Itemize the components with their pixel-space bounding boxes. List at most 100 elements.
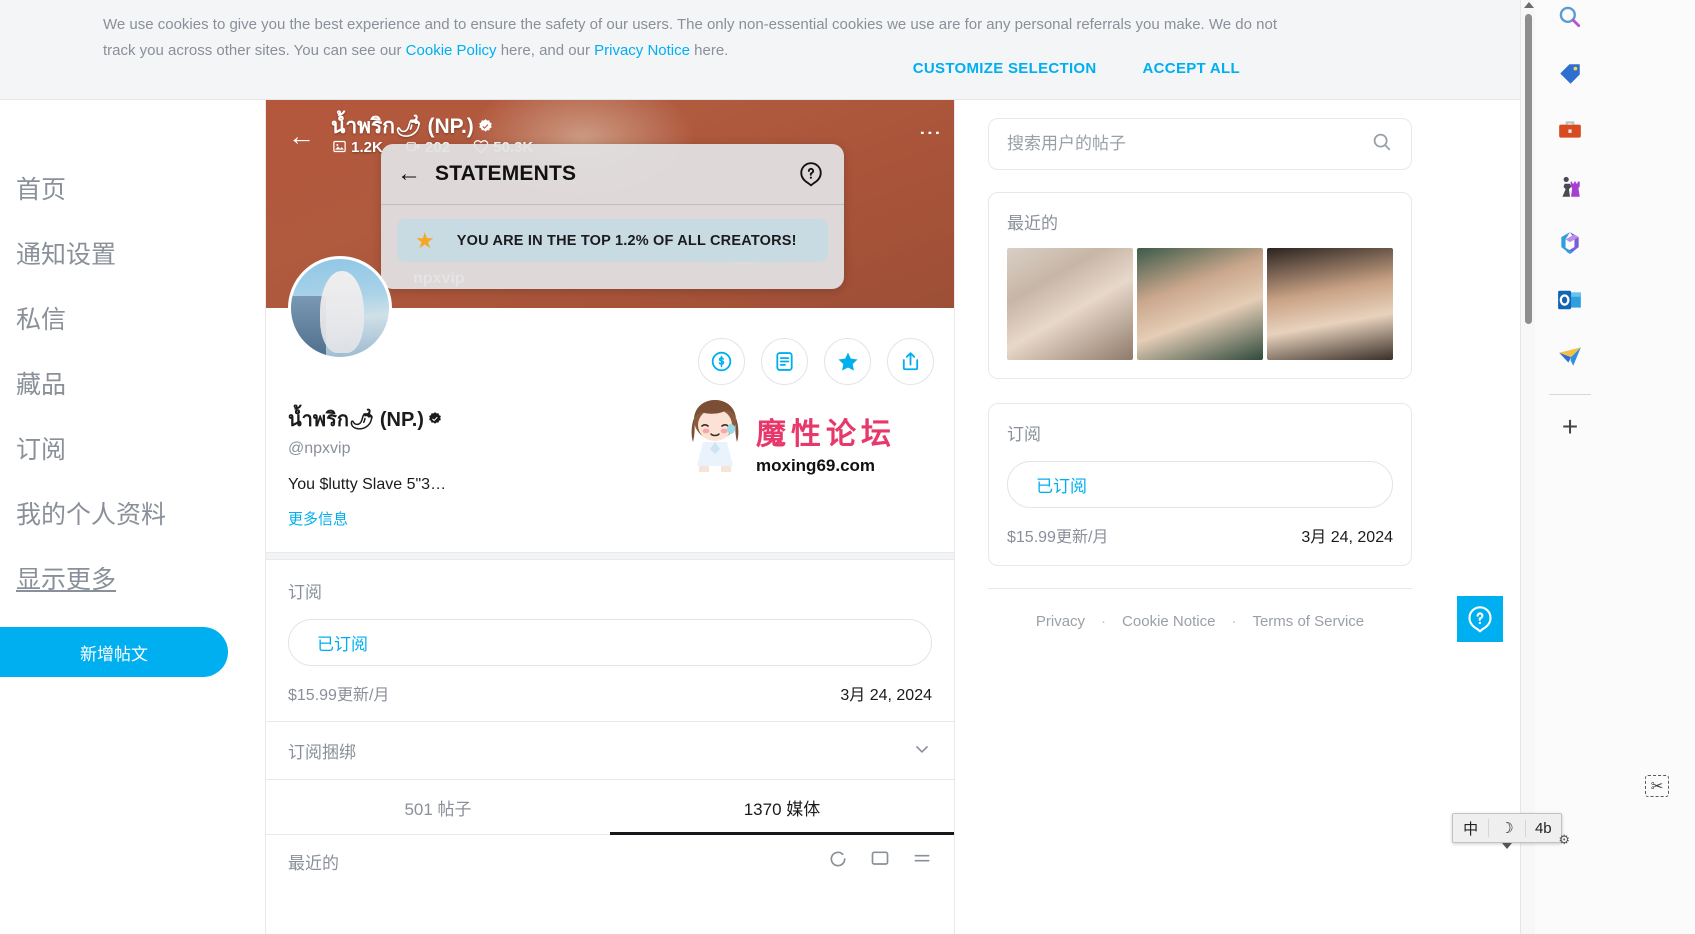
cookie-actions: CUSTOMIZE SELECTION ACCEPT ALL xyxy=(0,60,1520,77)
profile-info-block: น้ำพริก🌶 (NP.) @npxvip You $lutty Slave … xyxy=(266,308,954,552)
tab-posts[interactable]: 501 帖子 xyxy=(266,780,610,834)
subscription-date-label: 3月 24, 2024 xyxy=(840,681,932,705)
snipping-tool-icon[interactable]: ✂ xyxy=(1645,775,1669,797)
left-sidebar: 首页 通知设置 私信 藏品 订阅 我的个人资料 显示更多 新增帖文 xyxy=(0,100,265,934)
games-icon[interactable] xyxy=(1553,170,1587,204)
footer-separator-2: · xyxy=(1231,613,1236,630)
tab-media[interactable]: 1370 媒体 xyxy=(610,780,954,834)
cookie-text-part2: here, and our xyxy=(497,42,595,59)
content-tabs: 501 帖子 1370 媒体 xyxy=(266,779,954,835)
sidebar-item-notifications[interactable]: 通知设置 xyxy=(0,243,265,268)
message-button[interactable] xyxy=(761,338,808,385)
recent-media-card: 最近的 xyxy=(988,192,1412,379)
subscription-panel: 订阅 已订阅 $12.79几 29 天 $15.99更新/月 3月 24, 20… xyxy=(266,560,954,721)
ime-punctuation-button[interactable]: ☽ xyxy=(1488,819,1524,837)
watermark-text: 魔性论坛 moxing69.com xyxy=(756,420,896,474)
shopping-tag-icon[interactable] xyxy=(1553,57,1587,91)
ime-script-button[interactable]: 4b xyxy=(1525,820,1561,837)
profile-main-column: ← น้ำพริก🌶 (NP.) 1.2K · 202 · xyxy=(265,100,955,934)
profile-more-info-link[interactable]: 更多信息 xyxy=(288,508,348,529)
top-creator-badge: ★ YOU ARE IN THE TOP 1.2% OF ALL CREATOR… xyxy=(397,219,828,262)
footer-privacy-link[interactable]: Privacy xyxy=(1036,613,1085,630)
favorite-button[interactable] xyxy=(824,338,871,385)
cookie-consent-text: We use cookies to give you the best expe… xyxy=(103,12,1303,64)
accept-all-button[interactable]: ACCEPT ALL xyxy=(1143,60,1240,77)
cookie-consent-banner: We use cookies to give you the best expe… xyxy=(0,0,1520,100)
scrollbar-thumb[interactable] xyxy=(1525,14,1532,324)
customize-selection-button[interactable]: CUSTOMIZE SELECTION xyxy=(913,60,1097,77)
recent-thumb-1[interactable] xyxy=(1007,248,1133,360)
help-circle-icon[interactable] xyxy=(798,161,824,187)
statements-title: STATEMENTS xyxy=(435,162,798,186)
add-sidebar-button[interactable]: + xyxy=(1553,410,1587,444)
statements-header: ← STATEMENTS xyxy=(381,144,844,205)
sidebar-item-home[interactable]: 首页 xyxy=(0,178,265,203)
profile-action-buttons xyxy=(698,338,934,385)
posts-list-title: 最近的 xyxy=(288,849,828,874)
sidebar-item-collections[interactable]: 藏品 xyxy=(0,373,265,398)
posts-view-icons xyxy=(828,849,932,874)
help-chat-icon xyxy=(1466,605,1494,633)
recent-thumbnails xyxy=(1007,248,1393,360)
caret-down-icon[interactable] xyxy=(1502,843,1512,849)
watermark-url: moxing69.com xyxy=(756,457,896,474)
privacy-notice-link[interactable]: Privacy Notice xyxy=(594,42,690,59)
recent-media-title: 最近的 xyxy=(1007,209,1393,234)
share-button[interactable] xyxy=(887,338,934,385)
sidebar-item-subscriptions[interactable]: 订阅 xyxy=(0,438,265,463)
chibi-mascot-icon xyxy=(682,396,748,474)
cookie-text-part3: here. xyxy=(690,42,728,59)
new-post-button[interactable]: 新增帖文 xyxy=(0,627,228,677)
grid-icon[interactable] xyxy=(870,849,890,874)
help-chat-button[interactable] xyxy=(1457,596,1503,642)
profile-bio: You $lutty Slave 5"3… xyxy=(288,476,446,494)
profile-handle: @npxvip xyxy=(288,440,351,458)
more-vertical-icon[interactable]: ⋮ xyxy=(924,122,936,146)
statements-back-icon[interactable]: ← xyxy=(397,160,421,188)
site-watermark: 魔性论坛 moxing69.com xyxy=(682,396,896,474)
right-subscription-renew-label: $15.99更新/月 xyxy=(1007,523,1301,547)
briefcase-icon[interactable] xyxy=(1553,113,1587,147)
outlook-icon[interactable] xyxy=(1553,283,1587,317)
footer-terms-link[interactable]: Terms of Service xyxy=(1252,613,1364,630)
browser-scrollbar[interactable] xyxy=(1520,0,1535,934)
gear-icon[interactable]: ⚙ xyxy=(1558,832,1570,848)
photos-count: 1.2K xyxy=(351,139,383,156)
cookie-policy-link[interactable]: Cookie Policy xyxy=(406,42,497,59)
edge-sidebar: + xyxy=(1535,0,1695,934)
subscription-bundle-label: 订阅捆绑 xyxy=(288,738,912,763)
recent-thumb-2[interactable] xyxy=(1137,248,1263,360)
search-icon[interactable] xyxy=(1553,0,1587,34)
subscription-status-button[interactable]: 已订阅 $12.79几 29 天 xyxy=(288,619,932,666)
right-subscription-card: 订阅 已订阅 $12.79几 29 天 $15.99更新/月 3月 24, 20… xyxy=(988,403,1412,566)
subscription-title: 订阅 xyxy=(288,578,932,603)
footer-cookie-notice-link[interactable]: Cookie Notice xyxy=(1122,613,1215,630)
section-divider xyxy=(266,552,954,560)
footer-links: Privacy · Cookie Notice · Terms of Servi… xyxy=(988,588,1412,630)
subscription-status-label: 已订阅 xyxy=(317,630,903,655)
sidebar-item-show-more[interactable]: 显示更多 xyxy=(0,568,265,593)
microsoft-365-icon[interactable] xyxy=(1553,226,1587,260)
sidebar-item-messages[interactable]: 私信 xyxy=(0,308,265,333)
recent-thumb-3[interactable] xyxy=(1267,248,1393,360)
right-subscription-status-button[interactable]: 已订阅 $12.79几 29 天 xyxy=(1007,461,1393,508)
search-icon[interactable] xyxy=(1371,131,1393,158)
search-input[interactable] xyxy=(1007,134,1371,154)
refresh-icon[interactable] xyxy=(828,849,848,874)
posts-list-header: 最近的 xyxy=(266,835,954,888)
avatar[interactable] xyxy=(288,256,392,360)
top-creator-text: YOU ARE IN THE TOP 1.2% OF ALL CREATORS! xyxy=(457,233,797,249)
chevron-down-icon[interactable] xyxy=(912,739,932,763)
scroll-up-arrow-icon[interactable] xyxy=(1524,2,1534,8)
tip-button[interactable] xyxy=(698,338,745,385)
right-sidebar: 最近的 订阅 已订阅 $12.79几 29 天 $15.99更新/月 3月 24… xyxy=(956,100,1520,934)
verified-badge-icon xyxy=(427,411,443,427)
right-subscription-meta: $15.99更新/月 3月 24, 2024 xyxy=(1007,523,1393,547)
sidebar-item-my-profile[interactable]: 我的个人资料 xyxy=(0,503,265,528)
star-icon: ★ xyxy=(415,228,435,254)
ime-toolbar: 中 ☽ 4b ⚙ xyxy=(1452,813,1562,843)
ime-mode-button[interactable]: 中 xyxy=(1453,818,1488,839)
list-icon[interactable] xyxy=(912,849,932,874)
cover-back-icon[interactable]: ← xyxy=(288,122,316,150)
subscription-bundle-row[interactable]: 订阅捆绑 xyxy=(266,721,954,779)
